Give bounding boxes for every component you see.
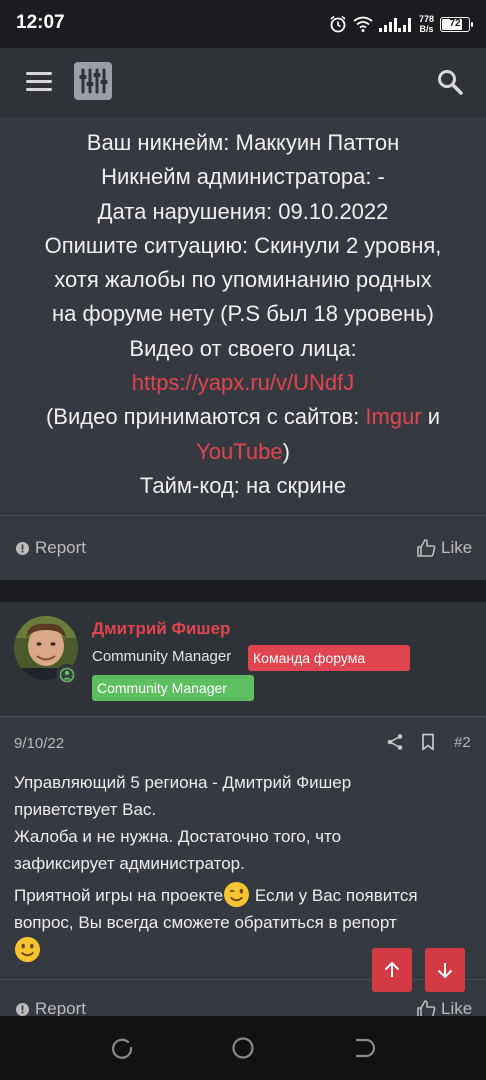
status-time: 12:07 bbox=[16, 12, 65, 33]
online-status-icon bbox=[56, 664, 78, 686]
divider bbox=[0, 979, 486, 980]
alert-icon bbox=[16, 541, 29, 555]
bookmark-icon[interactable] bbox=[420, 733, 436, 751]
youtube-link[interactable]: YouTube bbox=[196, 439, 282, 464]
admin-nickname-line: Никнейм администратора: - bbox=[101, 164, 385, 190]
navigation-bar bbox=[0, 1016, 486, 1080]
post-date[interactable]: 9/10/22 bbox=[14, 735, 64, 752]
smile-emoji-icon bbox=[14, 936, 41, 963]
post-1: Ваш никнейм: Маккуин Паттон Никнейм адми… bbox=[0, 118, 486, 580]
situation-line-3: на форуме нету (P.S был 18 уровень) bbox=[52, 301, 434, 327]
scroll-up-button[interactable] bbox=[372, 948, 412, 992]
imgur-link[interactable]: Imgur bbox=[365, 404, 421, 429]
post-2-author: Дмитрий Фишер Community Manager Команда … bbox=[0, 602, 486, 716]
author-name[interactable]: Дмитрий Фишер bbox=[92, 619, 230, 639]
status-icons: 778 B/s 72 bbox=[329, 10, 473, 38]
status-bar: 12:07 778 B/s 72 bbox=[0, 0, 486, 48]
network-speed: 778 B/s bbox=[418, 14, 434, 34]
share-icon[interactable] bbox=[386, 733, 404, 751]
video-label-line: Видео от своего лица: bbox=[129, 335, 357, 361]
situation-line-2: хотя жалобы по упоминанию родных bbox=[54, 267, 432, 293]
battery-icon: 72 bbox=[440, 16, 473, 32]
divider bbox=[0, 515, 486, 516]
video-link[interactable]: https://yapx.ru/v/UNdfJ bbox=[132, 370, 355, 395]
thumbs-up-icon bbox=[417, 539, 436, 557]
wink-emoji-icon bbox=[224, 881, 250, 908]
app-header bbox=[0, 48, 486, 118]
community-manager-badge: Community Manager bbox=[92, 675, 254, 701]
forum-team-badge: Команда форума bbox=[248, 645, 410, 671]
situation-line-1: Опишите ситуацию: Скинули 2 уровня, bbox=[44, 232, 442, 258]
alarm-icon bbox=[330, 15, 346, 33]
recents-icon[interactable] bbox=[110, 1036, 134, 1060]
back-icon[interactable] bbox=[352, 1036, 376, 1060]
nickname-line: Ваш никнейм: Маккуин Паттон bbox=[86, 130, 400, 155]
search-icon[interactable] bbox=[436, 68, 464, 96]
post-2-message: Управляющий 5 региона - Дмитрий Фишер пр… bbox=[14, 769, 476, 968]
timecode-line: Тайм-код: на скрине bbox=[139, 472, 347, 498]
sites-line: (Видео принимаются с сайтов: Imgur и bbox=[45, 404, 441, 430]
scroll-down-button[interactable] bbox=[425, 948, 465, 992]
post-number[interactable]: #2 bbox=[454, 734, 471, 751]
violation-date-line: Дата нарушения: 09.10.2022 bbox=[97, 198, 389, 224]
arrow-up-icon bbox=[384, 961, 400, 977]
equalizer-logo-icon[interactable] bbox=[74, 62, 112, 100]
like-button[interactable]: Like bbox=[416, 538, 472, 558]
battery-level: 72 bbox=[449, 17, 461, 29]
signal-icon bbox=[378, 18, 411, 32]
home-icon[interactable] bbox=[231, 1036, 255, 1060]
arrow-down-icon bbox=[437, 963, 453, 979]
alert-icon bbox=[16, 1002, 29, 1016]
report-button[interactable]: Report bbox=[16, 538, 86, 558]
wifi-icon bbox=[353, 16, 373, 32]
author-title: Community Manager bbox=[92, 648, 232, 665]
post-2: 9/10/22 #2 Управляющий 5 региона - Дмитр… bbox=[0, 716, 486, 1018]
post-1-content: Ваш никнейм: Маккуин Паттон Никнейм адми… bbox=[0, 126, 486, 503]
hamburger-icon[interactable] bbox=[26, 72, 52, 92]
